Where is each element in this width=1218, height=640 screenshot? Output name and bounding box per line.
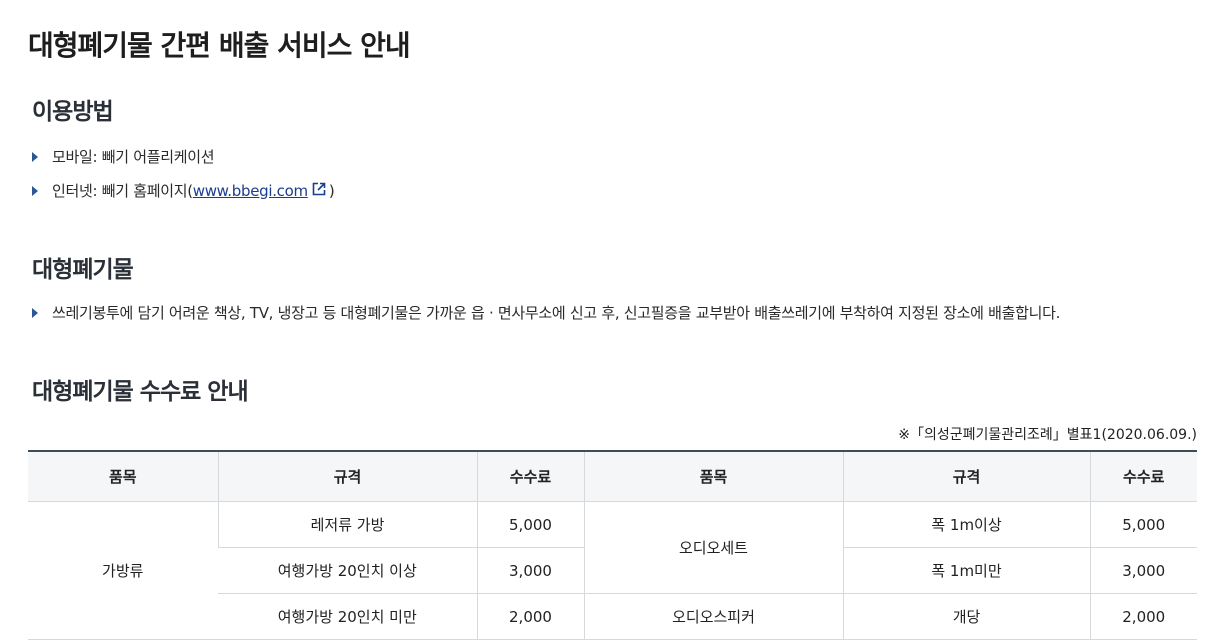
bulky-section-title: 대형폐기물 [32,257,134,283]
usage-internet-suffix: ) [328,181,335,200]
bullet-arrow-icon [32,151,38,162]
bulky-description-item: 쓰레기봉투에 담기 어려운 책상, TV, 냉장고 등 대형폐기물은 가까운 읍… [32,302,1060,323]
header-fee: 수수료 [476,451,584,502]
fee-cell: 5,000 [476,501,584,548]
bullet-arrow-icon [32,307,38,318]
header-spec: 규격 [842,451,1090,502]
header-fee: 수수료 [1089,451,1197,502]
spec-cell: 폭 1m이상 [842,501,1090,548]
table-header-row: 품목 규격 수수료 품목 규격 수수료 [28,451,1197,502]
header-item: 품목 [28,451,218,502]
spec-cell: 폭 1m미만 [842,547,1090,594]
header-item: 품목 [583,451,843,502]
fee-cell: 5,000 [1089,501,1197,548]
usage-mobile-text: 모바일: 빼기 어플리케이션 [52,148,215,166]
page: 대형폐기물 간편 배출 서비스 안내 이용방법 모바일: 빼기 어플리케이션 인… [0,0,1218,640]
fee-section-title: 대형폐기물 수수료 안내 [32,379,249,405]
spec-cell: 레저류 가방 [217,501,477,548]
bbegi-homepage-link[interactable]: www.bbegi.com [193,182,308,200]
item-cell: 오디오세트 [583,501,843,594]
fee-cell: 3,000 [1089,547,1197,594]
external-link-icon[interactable] [312,182,326,200]
bullet-arrow-icon [32,185,38,196]
source-note: ※「의성군폐기물관리조례」별표1(2020.06.09.) [898,427,1197,443]
page-title: 대형폐기물 간편 배출 서비스 안내 [28,29,411,62]
spec-cell: 여행가방 20인치 이상 [218,547,477,594]
fee-table: 품목 규격 수수료 품목 규격 수수료 가방류 레저류 가방 5,000 오디오… [28,450,1197,640]
fee-cell: 3,000 [476,547,584,594]
usage-section-title: 이용방법 [32,99,114,125]
usage-internet-item: 인터넷: 빼기 홈페이지( www.bbegi.com ) [32,180,335,201]
item-cell: 가방류 [28,501,218,640]
table-row: 가방류 레저류 가방 5,000 오디오세트 폭 1m이상 5,000 [28,501,1197,640]
bulky-description-text: 쓰레기봉투에 담기 어려운 책상, TV, 냉장고 등 대형폐기물은 가까운 읍… [52,304,1061,322]
header-spec: 규격 [217,451,477,502]
usage-mobile-item: 모바일: 빼기 어플리케이션 [32,146,215,167]
usage-internet-prefix: 인터넷: 빼기 홈페이지( [52,182,193,200]
